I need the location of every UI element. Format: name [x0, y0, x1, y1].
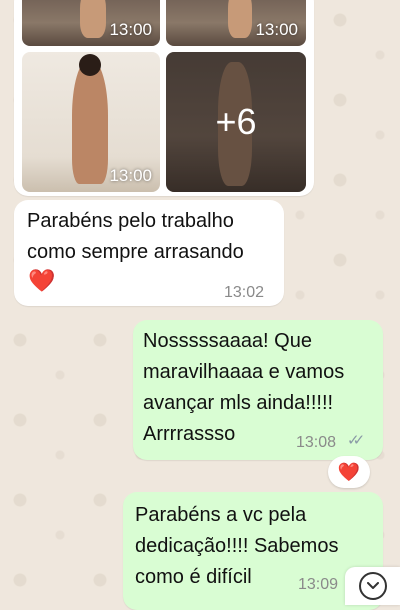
incoming-message-bubble[interactable]: Parabéns pelo trabalho como sempre arras… — [14, 200, 284, 306]
photo-time: 13:00 — [109, 166, 152, 185]
photo-figure — [80, 0, 106, 38]
message-time: 13:08 — [296, 434, 337, 451]
message-text-line: Arrrrassso — [143, 423, 236, 445]
outgoing-message-bubble[interactable]: Nosssssaaaa! Que maravilhaaaa e vamos av… — [133, 320, 383, 460]
heart-reaction-emoji: ❤️ — [337, 461, 361, 482]
message-reaction[interactable]: ❤️ — [328, 456, 370, 488]
message-text-line: maravilhaaaa e vamos — [143, 361, 345, 383]
message-text-line: como é difícil — [135, 566, 252, 588]
message-text-line: dedicação!!!! Sabemos — [135, 535, 339, 557]
photo-figure-hair — [79, 54, 101, 76]
message-text-line: como sempre arrasando — [27, 241, 244, 263]
message-text-line: Parabéns a vc pela — [135, 504, 307, 526]
double-check-icon: ✓✓ — [347, 432, 365, 449]
heart-emoji: ❤️ — [28, 268, 56, 293]
message-time: 13:02 — [224, 284, 265, 301]
message-time: 13:09 — [298, 576, 339, 593]
album-photo-3[interactable]: 13:00 — [22, 52, 160, 192]
photo-figure — [72, 60, 108, 184]
photo-figure — [228, 0, 252, 38]
more-photos-count: +6 — [166, 52, 306, 192]
photo-time: 13:00 — [255, 20, 298, 39]
album-photo-more[interactable]: +6 — [166, 52, 306, 192]
outgoing-message-bubble[interactable]: Parabéns a vc pela dedicação!!!! Sabemos… — [123, 492, 383, 610]
album-photo-2[interactable]: 13:00 — [166, 0, 306, 46]
scroll-to-bottom-button[interactable] — [345, 567, 400, 605]
photo-time: 13:00 — [109, 20, 152, 39]
message-text-line: Nosssssaaaa! Que — [143, 330, 312, 352]
message-text-line: avançar mls ainda!!!!! — [143, 392, 334, 414]
message-text-line: Parabéns pelo trabalho — [27, 210, 234, 232]
album-photo-1[interactable]: 13:00 — [22, 0, 160, 46]
chevron-down-icon — [358, 572, 387, 600]
